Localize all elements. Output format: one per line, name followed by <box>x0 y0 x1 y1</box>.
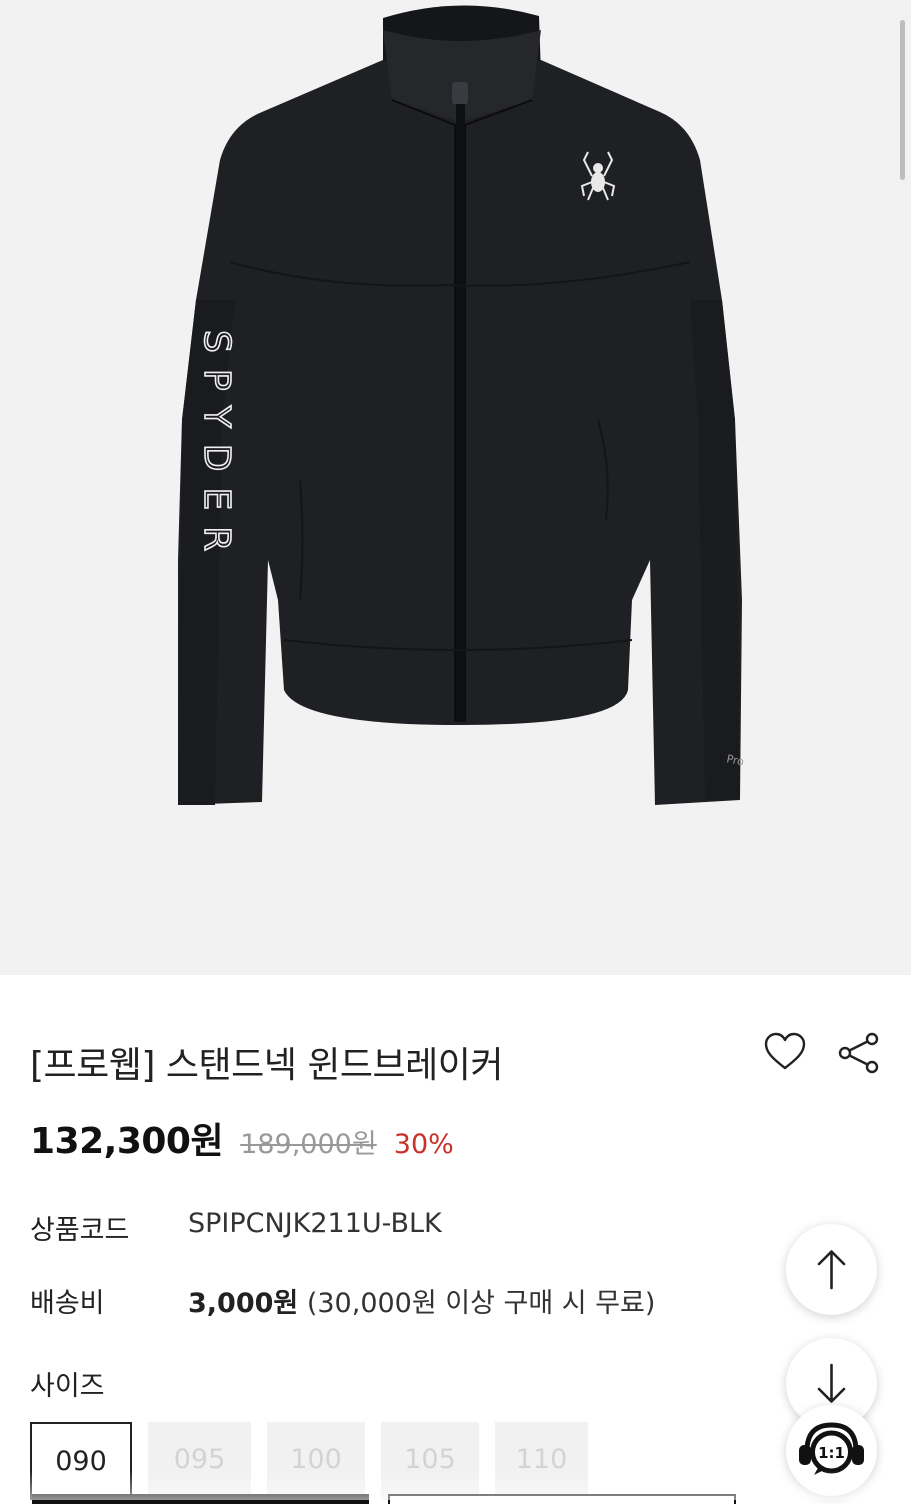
scrollbar-thumb[interactable] <box>900 20 905 180</box>
size-option-105[interactable]: 105 <box>381 1422 479 1500</box>
sleeve-logo-text: SPYDER <box>196 330 237 567</box>
jacket-illustration: SPYDER Pro <box>178 5 745 805</box>
scroll-top-button[interactable] <box>786 1224 877 1315</box>
size-option-090[interactable]: 090 <box>30 1422 132 1500</box>
shipping-value: 3,000원 (30,000원 이상 구매 시 무료) <box>188 1281 655 1320</box>
share-button[interactable] <box>836 1030 882 1076</box>
buy-now-button[interactable] <box>32 1494 369 1504</box>
size-option-100[interactable]: 100 <box>267 1422 365 1500</box>
price-row: 132,300원 189,000원 30% <box>30 1112 454 1162</box>
chat-button[interactable]: 1:1 <box>786 1405 877 1496</box>
size-option-110[interactable]: 110 <box>495 1422 588 1500</box>
arrow-up-icon <box>817 1250 846 1290</box>
shipping-label: 배송비 <box>30 1288 105 1319</box>
product-code-label: 상품코드 <box>30 1215 130 1246</box>
chat-label: 1:1 <box>818 1444 845 1462</box>
size-option-095[interactable]: 095 <box>148 1422 251 1500</box>
size-label: 사이즈 <box>30 1371 105 1402</box>
shipping-fee: 3,000원 <box>188 1288 299 1319</box>
sale-price: 132,300원 <box>30 1121 224 1162</box>
wishlist-button[interactable] <box>762 1030 808 1076</box>
original-price: 189,000원 <box>240 1129 377 1160</box>
add-to-cart-button[interactable] <box>388 1494 736 1504</box>
headset-chat-icon: 1:1 <box>799 1422 864 1475</box>
shipping-note: (30,000원 이상 구매 시 무료) <box>306 1288 656 1319</box>
share-icon <box>838 1032 879 1074</box>
discount-rate: 30% <box>393 1129 454 1160</box>
product-title: [프로웹] 스탠드넥 윈드브레이커 <box>30 1045 504 1086</box>
product-code-value: SPIPCNJK211U-BLK <box>188 1208 442 1239</box>
heart-icon <box>764 1032 806 1070</box>
product-image[interactable]: SPYDER Pro <box>0 0 911 975</box>
